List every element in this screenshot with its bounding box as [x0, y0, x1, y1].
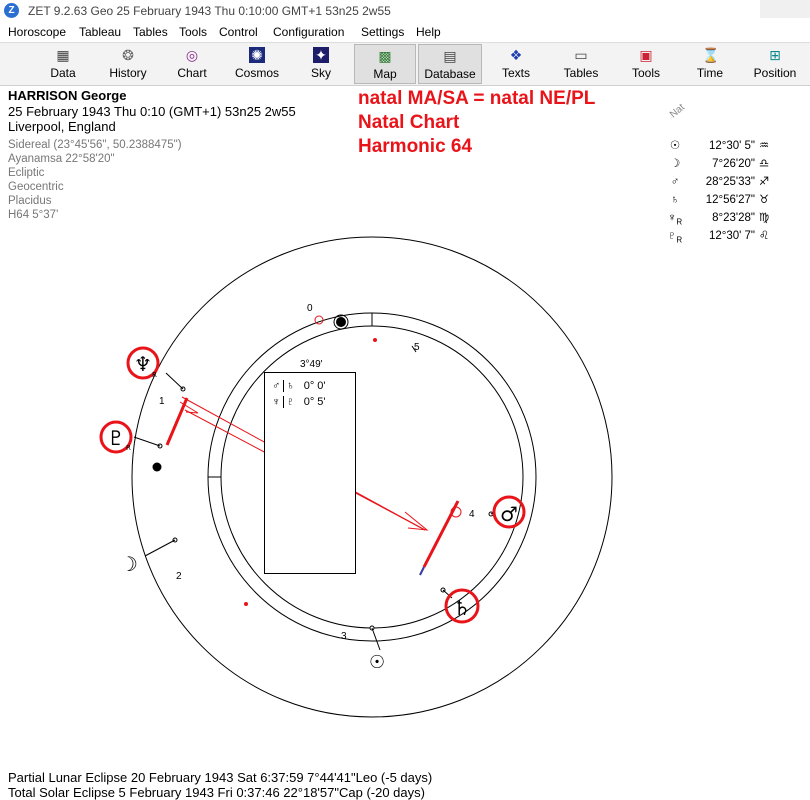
svg-text:R: R: [126, 444, 131, 452]
aspect-row-neptune-pluto: ♆ ♇ 0° 5': [272, 396, 326, 408]
saturn-icon: ♄: [283, 380, 295, 392]
mc-dot: [336, 317, 346, 327]
saturn-wheel-icon: ♄: [453, 596, 471, 620]
mars-wheel-icon: ♂: [500, 502, 518, 526]
house-number-2: 2: [176, 571, 182, 582]
aspect-grid-orb: 3°49': [300, 359, 323, 370]
svg-text:R: R: [152, 371, 157, 379]
np-marker: [165, 397, 189, 446]
house-number-3: 3: [341, 631, 347, 642]
ms-marker: [422, 500, 460, 568]
sun-wheel-icon: ☉: [369, 652, 385, 673]
ascendant-dot: [152, 462, 162, 472]
aspect-row-mars-saturn: ♂ ♄ 0° 0': [272, 380, 326, 392]
house-number-5: 5: [414, 342, 420, 353]
chart-wheel[interactable]: ♆ R ♇ R ♂ ♄ ☽ ☉ 0 1 2 3 4 5: [0, 0, 810, 800]
lunar-eclipse-line: Partial Lunar Eclipse 20 February 1943 S…: [8, 770, 433, 785]
zodiac-ring: [207, 312, 537, 642]
house-number-0: 0: [307, 303, 313, 314]
solar-eclipse-line: Total Solar Eclipse 5 February 1943 Fri …: [8, 785, 425, 800]
moon-wheel-icon: ☽: [120, 552, 138, 576]
neptune-wheel-icon: ♆: [134, 352, 152, 376]
neptune-icon: ♆: [272, 396, 281, 408]
red-point-a: [373, 338, 377, 342]
mars-icon: ♂: [272, 380, 281, 392]
pluto-wheel-icon: ♇: [107, 426, 125, 450]
pluto-icon: ♇: [283, 396, 295, 408]
house-number-1: 1: [159, 396, 165, 407]
red-point-b: [244, 602, 248, 606]
house-number-4: 4: [469, 509, 475, 520]
outer-ring: [131, 236, 613, 718]
